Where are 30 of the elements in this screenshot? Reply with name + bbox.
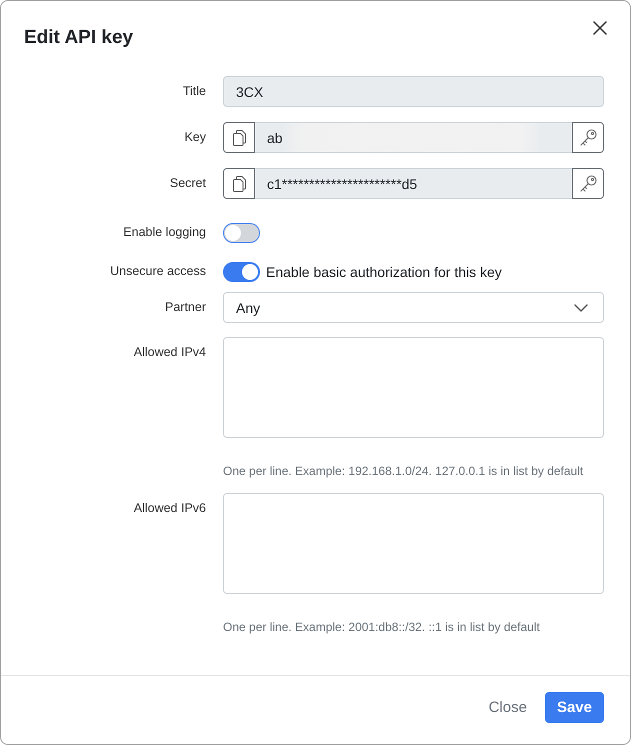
key-icon: [580, 129, 596, 146]
field-label: Enable logging: [123, 225, 206, 240]
field-label: Key: [184, 130, 206, 145]
help-text: One per line. Example: 192.168.1.0/24. 127.0.0.1 is in list by default: [223, 464, 584, 478]
key-button[interactable]: [572, 168, 604, 199]
help-text: One per line. Example: 2001:db8::/32. ::1 is in list by default: [223, 620, 540, 634]
chevron-down-icon: [574, 304, 588, 312]
field-label: Allowed IPv6: [134, 501, 206, 516]
field-label: Title: [182, 84, 206, 99]
toggle-caption: Enable basic authorization for this key: [266, 264, 502, 280]
close-button[interactable]: [593, 21, 607, 35]
copy-icon: [232, 130, 246, 146]
save-button[interactable]: Save: [544, 692, 604, 723]
textarea-field[interactable]: [223, 493, 604, 594]
key-icon: [580, 175, 596, 192]
field-label: Secret: [170, 176, 206, 191]
field-label: Partner: [165, 300, 206, 315]
field-label: Allowed IPv4: [134, 345, 206, 360]
close-text-button[interactable]: Close: [476, 692, 539, 723]
key-button[interactable]: [572, 122, 604, 153]
dialog-title: Edit API key: [24, 26, 134, 50]
select-field[interactable]: Any: [223, 292, 604, 323]
copy-button[interactable]: [223, 122, 255, 153]
textarea-field[interactable]: [223, 337, 604, 438]
close-icon: [593, 21, 607, 35]
copy-icon: [232, 176, 246, 192]
copy-button[interactable]: [223, 168, 255, 199]
toggle-switch[interactable]: [223, 262, 260, 282]
toggle-switch[interactable]: [223, 222, 260, 242]
field-label: Unsecure access: [110, 264, 206, 279]
